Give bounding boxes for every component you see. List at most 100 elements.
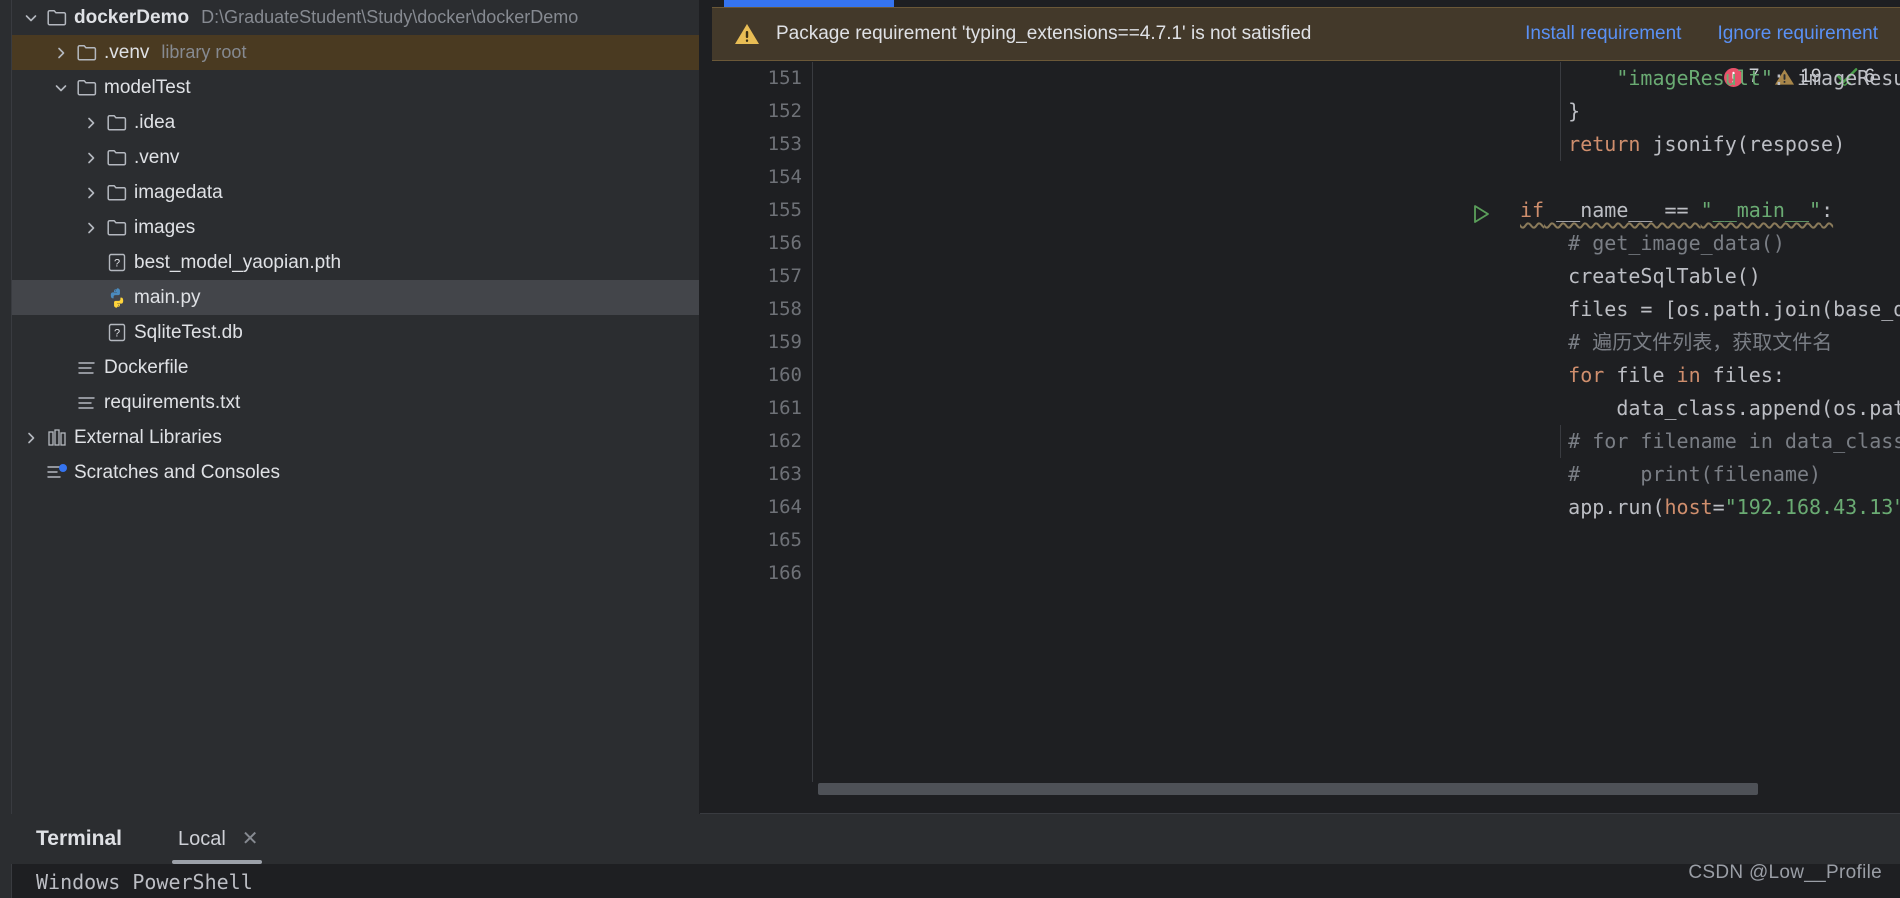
folder-icon [104,114,130,131]
tool-window-stripe [0,0,12,814]
code-line[interactable]: createSqlTable() [1520,260,1900,293]
tree-item-dockerdemo[interactable]: dockerDemo D:\GraduateStudent\Study\docke… [12,0,699,35]
code-line[interactable]: # 遍历文件列表，获取文件名 [1520,326,1900,359]
tree-item-modeltest[interactable]: modelTest [12,70,699,105]
tree-item-label: External Libraries [74,426,222,448]
tree-item-sqlitetest-db[interactable]: ? SqliteTest.db [12,315,699,350]
warning-triangle-icon [734,22,760,46]
tree-item-label: dockerDemo [74,6,190,28]
tree-item-scratches-and-consoles[interactable]: Scratches and Consoles [12,455,699,490]
code-line[interactable]: return jsonify(respose) [1520,128,1900,161]
tree-item-hint: D:\GraduateStudent\Study\docker\dockerDe… [201,7,579,27]
code-line[interactable]: } [1520,95,1900,128]
line-number: 156 [767,232,802,254]
tree-item-external-libraries[interactable]: External Libraries [12,420,699,455]
package-requirement-notification: Package requirement 'typing_extensions==… [712,7,1900,61]
folder-icon [104,219,130,236]
chevron-right-icon[interactable] [78,151,104,165]
tree-item-label: Dockerfile [104,356,189,378]
line-number: 155 [767,199,802,221]
editor-area: Package requirement 'typing_extensions==… [700,0,1900,814]
unknown-file-icon: ? [104,253,130,272]
terminal-title: Terminal [36,827,122,850]
chevron-right-icon[interactable] [18,431,44,445]
chevron-down-icon[interactable] [18,11,44,25]
terminal-tool-window: Terminal Local ✕ Windows PowerShell [0,814,1900,898]
line-number: 158 [767,298,802,320]
tree-item-label: best_model_yaopian.pth [134,251,342,273]
code-line[interactable]: files = [os.path.join(base_dir, file) fo… [1520,293,1900,326]
tree-item-label: imagedata [134,181,223,203]
tree-item-dockerfile[interactable]: Dockerfile [12,350,699,385]
indent-guide [1560,62,1561,161]
indent-guide [1560,425,1561,458]
watermark: CSDN @Low__Profile [1688,862,1882,883]
editor-gutter[interactable]: 151 152 153 154 155 156 157 158 159 160 161 162 163 1… [712,62,812,782]
terminal-left-stripe [0,864,12,898]
chevron-right-icon[interactable] [48,46,74,60]
install-requirement-link[interactable]: Install requirement [1525,23,1681,45]
terminal-tab-bar: Terminal Local ✕ [0,814,1900,864]
folder-icon [104,184,130,201]
code-line[interactable]: app.run(host="192.168.43.13", port=5006,… [1520,491,1900,524]
code-line[interactable] [1520,557,1900,590]
tree-item-label: requirements.txt [104,391,241,413]
scratches-icon [44,464,70,481]
line-number: 152 [767,100,802,122]
folder-icon [104,149,130,166]
line-number: 166 [767,562,802,584]
terminal-output-line: Windows PowerShell [36,870,253,894]
line-number: 165 [767,529,802,551]
line-number: 162 [767,430,802,452]
tree-item-label: images [134,216,196,238]
code-line[interactable]: for file in files: [1520,359,1900,392]
tree-item-requirements-txt[interactable]: requirements.txt [12,385,699,420]
chevron-right-icon[interactable] [78,186,104,200]
tree-item--venv[interactable]: .venv library root [12,35,699,70]
chevron-right-icon[interactable] [78,116,104,130]
tree-item-images[interactable]: images [12,210,699,245]
svg-text:?: ? [114,328,120,340]
code-line[interactable]: # for filename in data_class: [1520,425,1900,458]
terminal-tab-label: Local [177,827,226,850]
close-icon[interactable]: ✕ [242,829,259,849]
code-line[interactable]: # get_image_data() [1520,227,1900,260]
tree-item-label: .venv [104,41,150,63]
line-number: 157 [767,265,802,287]
folder-icon [44,9,70,26]
gutter-separator [812,62,813,782]
text-file-icon [74,360,100,376]
unknown-file-icon: ? [104,323,130,342]
run-triangle-icon[interactable] [1470,203,1492,225]
tree-item--venv[interactable]: .venv [12,140,699,175]
tree-item-imagedata[interactable]: imagedata [12,175,699,210]
ignore-requirement-link[interactable]: Ignore requirement [1717,23,1878,45]
python-file-icon [104,287,130,308]
code-content[interactable]: "imageResult": imageResult } return json… [1520,62,1900,782]
terminal-tab-local[interactable]: Local ✕ [166,814,271,864]
tree-item--idea[interactable]: .idea [12,105,699,140]
horizontal-scrollbar-thumb[interactable] [818,783,1758,795]
code-line[interactable]: if __name__ == "__main__": [1520,194,1900,227]
library-icon [44,428,70,447]
ide-window: dockerDemo D:\GraduateStudent\Study\docke… [0,0,1900,898]
chevron-down-icon[interactable] [48,81,74,95]
code-line[interactable]: data_class.append(os.path.basename(file)… [1520,392,1900,425]
tree-item-label: Scratches and Consoles [74,461,280,483]
tree-item-label: modelTest [104,76,191,98]
chevron-right-icon[interactable] [78,221,104,235]
tree-item-label: SqliteTest.db [134,321,243,343]
code-line[interactable]: # print(filename) [1520,458,1900,491]
line-number: 164 [767,496,802,518]
code-line[interactable]: "imageResult": imageResult [1520,62,1900,95]
terminal-output[interactable]: Windows PowerShell [12,864,1900,898]
tree-item-main-py[interactable]: main.py [12,280,699,315]
code-line[interactable] [1520,161,1900,194]
code-line[interactable] [1520,524,1900,557]
text-file-icon [74,395,100,411]
line-number: 160 [767,364,802,386]
project-tree[interactable]: dockerDemo D:\GraduateStudent\Study\docke… [12,0,699,490]
tree-item-hint: library root [161,42,247,62]
tree-item-best-model-yaopian-pth[interactable]: ? best_model_yaopian.pth [12,245,699,280]
active-tab-indicator [724,0,894,7]
